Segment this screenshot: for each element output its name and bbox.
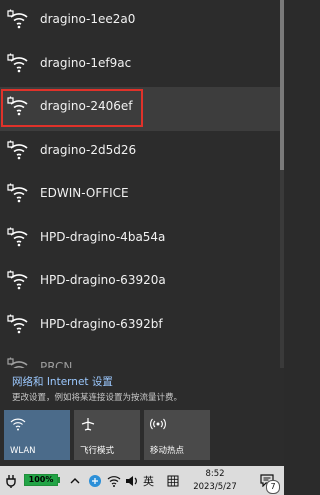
quick-actions: WLAN 飞行模式 移动热点	[4, 410, 280, 462]
power-plug-icon[interactable]	[2, 466, 20, 495]
network-item[interactable]: dragino-1ee2a0	[0, 0, 284, 44]
wifi-tray-icon[interactable]	[106, 466, 122, 495]
clock[interactable]: 8:52 2023/5/27	[190, 468, 240, 494]
volume-icon[interactable]	[124, 466, 140, 495]
chevron-up-icon[interactable]	[66, 466, 84, 495]
input-language[interactable]: 英	[143, 473, 154, 489]
network-name: dragino-2d5d26	[40, 142, 137, 157]
network-list-scrollbar[interactable]	[280, 0, 284, 368]
network-name: EDWIN-OFFICE	[40, 186, 129, 200]
selection-highlight	[1, 89, 143, 127]
quick-action-label: WLAN	[10, 446, 36, 456]
network-name: dragino-1ef9ac	[40, 55, 132, 70]
input-method-grid-icon[interactable]	[164, 466, 182, 495]
quick-action-tile[interactable]: 移动热点	[144, 410, 210, 460]
network-name: HPD-dragino-63920a	[40, 273, 166, 287]
wifi-open-icon	[7, 52, 33, 78]
notification-count: 7	[266, 480, 280, 494]
hotspot-icon	[150, 416, 166, 430]
network-flyout: dragino-1ee2a0 dragino-1ef9ac dragino-2406…	[0, 0, 284, 466]
battery-nub	[58, 477, 60, 483]
network-item[interactable]: EDWIN-OFFICE	[0, 174, 284, 218]
quick-action-label: 移动热点	[150, 446, 185, 456]
network-item[interactable]: HPD-dragino-4ba54a	[0, 218, 284, 262]
wifi-open-icon	[7, 139, 33, 165]
settings-link[interactable]: 网络和 Internet 设置	[12, 374, 113, 389]
quick-action-label: 飞行模式	[80, 446, 115, 456]
network-item[interactable]: dragino-2d5d26	[0, 131, 284, 175]
quick-action-tile[interactable]: WLAN	[4, 410, 70, 460]
network-list: dragino-1ee2a0 dragino-1ef9ac dragino-2406…	[0, 0, 284, 368]
network-item[interactable]: HPD-dragino-6392bf	[0, 305, 284, 349]
clock-time: 8:52	[205, 469, 225, 479]
airplane-icon	[80, 416, 96, 431]
app-tray-icon[interactable]	[86, 466, 104, 495]
wifi-secured-icon	[7, 182, 33, 208]
network-item[interactable]: HPD-dragino-63920a	[0, 261, 284, 305]
settings-description: 更改设置，例如将某连接设置为按流量计费。	[12, 393, 183, 403]
taskbar: 100% 英 8:52 2023/5/27 7	[0, 466, 284, 495]
wifi-open-icon	[7, 269, 33, 295]
network-item[interactable]: dragino-2406ef	[0, 87, 284, 131]
network-name: HPD-dragino-4ba54a	[40, 229, 166, 244]
wifi-icon	[10, 416, 26, 431]
network-item[interactable]: dragino-1ef9ac	[0, 44, 284, 88]
quick-action-tile[interactable]: 飞行模式	[74, 410, 140, 460]
scrollbar-thumb[interactable]	[280, 0, 284, 170]
wifi-open-icon	[7, 226, 33, 252]
wifi-open-icon	[7, 8, 33, 34]
network-name: PRCN	[40, 360, 73, 368]
battery-indicator[interactable]: 100%	[24, 474, 58, 486]
wifi-open-icon	[7, 356, 33, 368]
wifi-open-icon	[7, 313, 33, 339]
network-name: HPD-dragino-6392bf	[40, 316, 163, 331]
network-item[interactable]: PRCN	[0, 348, 284, 368]
clock-date: 2023/5/27	[193, 482, 237, 492]
network-name: dragino-1ee2a0	[40, 12, 136, 26]
